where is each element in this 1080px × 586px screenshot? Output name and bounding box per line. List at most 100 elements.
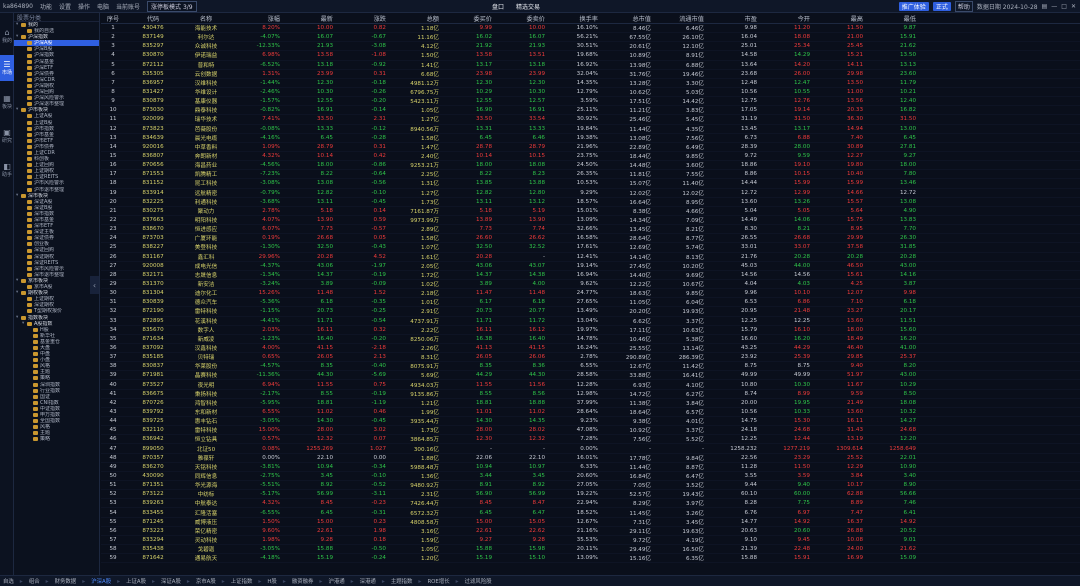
table-row[interactable]: 45 832110 雷特科技 15.00% 28.00 3.02 1.73亿 28.00 28.… [101, 426, 1080, 436]
table-row[interactable]: 42 870726 鸿智科技 -5.95% 18.81 -1.19 1.21亿 18.81 18… [101, 399, 1080, 408]
column-header[interactable]: 序号 [101, 14, 125, 23]
tab-quote-panel[interactable]: 盘口 [492, 2, 504, 11]
maximize-icon[interactable]: □ [1061, 3, 1067, 10]
rail-assistant[interactable]: ◧ 助手 [0, 157, 14, 183]
table-row[interactable]: 55 871245 威博液压 1.50% 15.00 0.23 4808.58万 15.00 1… [101, 518, 1080, 527]
bottom-tab[interactable]: 沪港通 [328, 577, 344, 585]
table-row[interactable]: 15 836807 奔朗新材 4.32% 10.14 0.42 2.40亿 10.14 10.1… [101, 152, 1080, 162]
table-row[interactable]: 46 836942 恒立钻具 0.57% 12.32 0.07 3864.85万 12.30 1… [101, 435, 1080, 445]
rail-market[interactable]: ☰ 市场 [0, 55, 14, 81]
bottom-tab[interactable]: 深港通 [360, 577, 376, 585]
table-row[interactable]: 36 837092 汉鑫科技 4.00% 41.15 -2.18 2.26亿 41.13 41.… [101, 344, 1080, 354]
table-row[interactable]: 19 833914 远航精密 -0.79% 12.82 -0.10 1.27亿 12.82 12… [101, 189, 1080, 198]
rail-research[interactable]: ▣ 研究 [0, 123, 14, 149]
table-row[interactable]: 47 899050 北证50 0.08% 1255.269 1.027 300.16亿 - - 0… [101, 444, 1080, 454]
table-row[interactable]: 35 871634 新威凌 -1.23% 16.40 -0.20 8250.06万 16.38… [101, 335, 1080, 344]
column-header[interactable]: 最新 [284, 14, 337, 23]
table-row[interactable]: 58 835438 戈碧迦 -3.05% 15.88 -0.50 1.05亿 15.88 15.… [101, 545, 1080, 555]
rail-sector[interactable]: ▦ 板块 [0, 89, 14, 115]
bottom-tab[interactable]: 沪深A股 [91, 577, 111, 585]
table-row[interactable]: 29 831370 新安洁 -3.24% 3.89 -0.09 1.02亿 3.89 4.00 9… [101, 280, 1080, 290]
help-button[interactable]: 帮助 [954, 1, 973, 12]
bottom-tab[interactable]: 深证A股 [161, 577, 181, 585]
table-row[interactable]: 37 835185 贝特瑞 0.65% 26.05 2.13 8.31亿 26.05 26.06… [101, 353, 1080, 363]
bottom-tab[interactable]: H股 [267, 577, 276, 585]
column-header[interactable]: 今开 [761, 14, 814, 23]
table-row[interactable]: 31 830839 德众汽车 -5.36% 6.18 -0.35 1.01亿 6.17 6.18… [101, 298, 1080, 308]
table-row[interactable]: 30 831304 迪尔化工 15.26% 11.48 1.52 2.18亿 11.47 11.… [101, 289, 1080, 299]
bottom-tab[interactable]: 融资融券 [292, 577, 314, 585]
table-row[interactable]: 43 839792 东和新材 6.55% 11.02 0.46 1.99亿 11.01 11.0… [101, 408, 1080, 418]
column-header[interactable]: 委卖价 [496, 14, 549, 23]
table-row[interactable]: 57 833294 灵动科技 1.98% 9.28 0.18 1.59亿 9.27 9.28 35… [101, 536, 1080, 546]
bottom-tab[interactable]: 主题指数 [391, 577, 413, 585]
menu-operate[interactable]: 操作 [78, 2, 90, 11]
table-row[interactable]: 40 873527 夜光明 6.94% 11.55 0.75 4934.03万 11.55 11… [101, 380, 1080, 390]
column-header[interactable]: 代码 [125, 14, 181, 23]
table-row[interactable]: 13 834639 晨光电缆 -4.16% 6.45 -0.28 1.58亿 6.45 6.46… [101, 134, 1080, 143]
table-row[interactable]: 11 920099 瑞华技术 7.41% 33.50 2.31 1.27亿 33.50 33.5… [101, 115, 1080, 125]
table-row[interactable]: 32 872190 雷特科技 -1.15% 20.73 -0.25 2.91亿 20.73 20… [101, 307, 1080, 317]
menu-function[interactable]: 功能 [40, 2, 52, 11]
table-row[interactable]: 33 872895 花溪科技 -4.41% 11.71 -0.54 4737.91万 11.7… [101, 317, 1080, 326]
table-row[interactable]: 23 838670 恒进感应 6.07% 7.73 -0.57 2.89亿 7.73 7.74 3… [101, 225, 1080, 235]
table-row[interactable]: 49 836270 天铭科技 -3.81% 10.94 -0.34 5988.48万 10.9… [101, 463, 1080, 472]
table-row[interactable]: 53 839263 中航泰达 4.32% 8.45 -0.23 7426.44万 8.45 8.… [101, 499, 1080, 509]
minimize-icon[interactable]: — [1051, 3, 1057, 10]
table-row[interactable]: 9 830879 基康仪器 -1.57% 12.55 -0.20 5423.11万 12.55… [101, 97, 1080, 107]
table-row[interactable]: 20 832225 利通科技 -3.68% 13.11 -0.45 1.73亿 13.11 13… [101, 198, 1080, 207]
table-row[interactable]: 10 873030 鼎泰科技 -0.82% 16.91 -0.14 1.05亿 16.90 16… [101, 106, 1080, 116]
column-header[interactable]: 涨跌 [337, 14, 390, 23]
table-row[interactable]: 3 835297 众诚科技 -12.33% 21.93 -3.08 4.12亿 21.92 21… [101, 42, 1080, 52]
table-row[interactable]: 8 831427 华维设计 -2.46% 10.30 -0.26 6796.75万 10.29… [101, 88, 1080, 98]
table-row[interactable]: 59 871642 通易航天 -4.18% 15.19 -0.24 1.20亿 15.19 15… [101, 554, 1080, 564]
close-icon[interactable]: ✕ [1071, 3, 1076, 10]
table-row[interactable]: 38 830837 华莱股份 -4.57% 8.35 -0.40 8075.91万 8.35 8… [101, 362, 1080, 372]
bottom-tab[interactable]: 上证A股 [126, 577, 146, 585]
bottom-tab[interactable]: 自选 [3, 577, 14, 585]
column-header[interactable]: 总市值 [602, 14, 655, 23]
table-row[interactable]: 2 837149 利尔达 -4.07% 16.07 -0.67 11.16亿 16.02 16.… [101, 33, 1080, 43]
table-row[interactable]: 27 920008 成电光信 -4.37% 43.06 -1.97 2.05亿 43.06 43… [101, 262, 1080, 271]
sidebar-item[interactable]: 策略 [14, 436, 99, 442]
table-row[interactable]: 52 873122 中纺标 -5.17% 56.99 -3.11 2.31亿 56.90 56.… [101, 490, 1080, 500]
table-row[interactable]: 14 920016 中草香料 1.09% 28.79 0.31 1.47亿 28.78 28.7… [101, 143, 1080, 152]
table-row[interactable]: 26 831167 鑫汇科 29.96% 20.28 4.52 1.61亿 20.28 - 12.… [101, 253, 1080, 262]
bottom-tab[interactable]: 组合 [29, 577, 40, 585]
column-header[interactable]: 市盈 [708, 14, 761, 23]
table-row[interactable]: 41 836675 秉扬科技 -2.17% 8.55 -0.19 9135.86万 8.55 8… [101, 390, 1080, 399]
column-header[interactable]: 涨幅 [231, 14, 284, 23]
bottom-tab[interactable]: 上证指数 [231, 577, 253, 585]
table-row[interactable]: 7 836957 汉维科技 -1.44% 12.30 -0.18 4981.12万 12.30… [101, 79, 1080, 88]
table-row[interactable]: 5 872112 普和特 -6.52% 13.18 -0.92 1.41亿 13.17 13.1… [101, 61, 1080, 70]
column-header[interactable]: 流通市值 [655, 14, 708, 23]
mode-selector[interactable]: 涨停板模式 3/9 [147, 0, 197, 12]
bottom-tab[interactable]: 过滤风险股 [465, 577, 492, 585]
column-header[interactable]: 委买价 [443, 14, 496, 23]
table-row[interactable]: 24 873703 广厦环能 0.19% 26.68 0.05 1.58亿 26.60 26.6… [101, 234, 1080, 244]
table-row[interactable]: 28 832171 志晟信息 -1.34% 14.37 -0.19 1.72亿 14.37 14… [101, 271, 1080, 280]
menu-account[interactable]: 当前账号 [116, 2, 140, 11]
table-row[interactable]: 51 871351 华光源海 -5.51% 8.92 -0.52 9480.92万 8.91 8… [101, 481, 1080, 491]
table-row[interactable]: 56 873223 荣亿精密 9.60% 22.61 1.98 3.16亿 22.61 22.6… [101, 527, 1080, 536]
column-header[interactable]: 换手率 [549, 14, 602, 23]
bottom-tab[interactable]: 财务数据 [55, 577, 77, 585]
column-header[interactable]: 最高 [814, 14, 867, 23]
promo-trial-button[interactable]: 推广体验 [898, 2, 929, 11]
table-row[interactable]: 4 830870 伊诺瑞益 6.98% 13.58 -1.08 1.50亿 13.58 13.5… [101, 51, 1080, 61]
column-header[interactable]: 名称 [181, 14, 231, 23]
table-row[interactable]: 16 870656 海昌药业 -4.56% 18.00 -0.86 9253.21万 18.0… [101, 161, 1080, 171]
table-row[interactable]: 22 837663 明阳科技 4.07% 13.90 0.59 9973.99万 13.89 1… [101, 216, 1080, 226]
table-row[interactable]: 21 830275 聚动力 2.78% 5.18 0.14 7161.87万 5.18 5.19… [101, 207, 1080, 216]
sidebar-collapse-handle[interactable]: ‹ [90, 276, 99, 294]
table-row[interactable]: 44 839725 惠丰钻石 -3.05% 14.30 -0.45 3935.44万 14.3… [101, 417, 1080, 427]
table-row[interactable]: 12 873823 芭薇股份 -0.08% 13.33 -0.12 8940.56万 13.3… [101, 125, 1080, 134]
table-row[interactable]: 18 831152 昆工科技 -3.08% 13.08 -0.56 1.31亿 13.85 13… [101, 179, 1080, 189]
rail-mine[interactable]: ⌂ 我的 [0, 23, 14, 49]
table-row[interactable]: 50 430090 同辉信息 -2.75% 3.45 -0.10 1.36亿 3.44 3.45… [101, 472, 1080, 482]
bottom-tab[interactable]: 京市A股 [196, 577, 216, 585]
menu-settings[interactable]: 设置 [59, 2, 71, 11]
bottom-tab[interactable]: ROE增长 [427, 577, 449, 585]
table-row[interactable]: 25 838227 美登科技 -1.30% 32.50 -0.43 1.07亿 32.50 32… [101, 243, 1080, 253]
menu-computer[interactable]: 电脑 [97, 2, 109, 11]
